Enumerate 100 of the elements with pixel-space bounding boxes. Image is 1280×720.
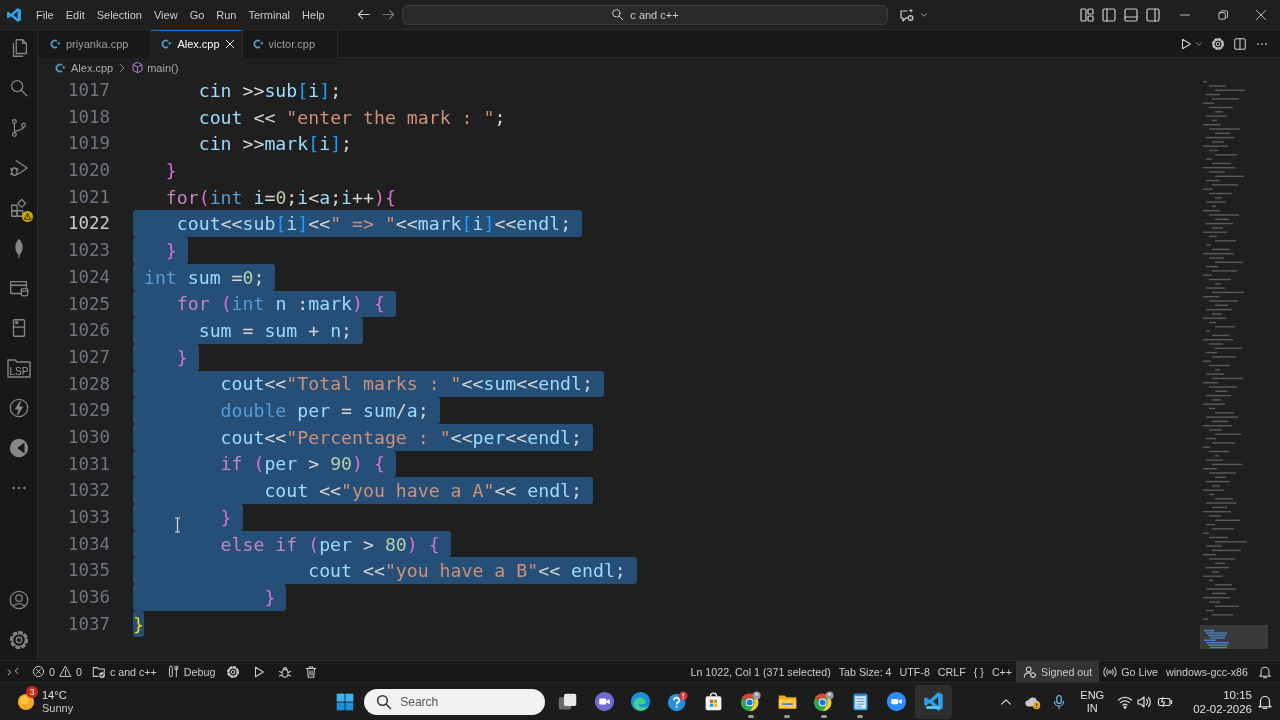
- input-language-indicator[interactable]: ENG IN: [1080, 688, 1105, 715]
- line-number: 1019: [67, 132, 110, 156]
- line-number: 1037: [67, 612, 110, 636]
- menu-item[interactable]: Run: [210, 5, 243, 24]
- configuration-item[interactable]: windows-gcc-x86: [1162, 661, 1252, 682]
- trash-icon[interactable]: [304, 664, 319, 679]
- code-line: else if (per > 80) {: [220, 533, 440, 555]
- encoding-item[interactable]: UTF-8: [895, 661, 934, 682]
- cursor-position-item[interactable]: Ln 1022, Col 1 (371 selected): [686, 661, 835, 682]
- search-field[interactable]: Search: [364, 688, 546, 715]
- menu-item[interactable]: Selection: [90, 5, 148, 24]
- problems-item[interactable]: 0 0: [27, 661, 87, 682]
- menu-item[interactable]: File: [30, 5, 60, 24]
- active-app-button[interactable]: [915, 684, 952, 719]
- code-line: int sum =0;: [143, 266, 265, 288]
- debug-config-item[interactable]: Debug: [161, 661, 221, 682]
- clock[interactable]: 10:15 02-02-2026: [1193, 687, 1252, 716]
- menu-item[interactable]: View: [147, 5, 184, 24]
- code-line: cout <<"you have a B"<< endl;: [308, 560, 626, 582]
- weather-temperature[interactable]: 14°C: [42, 688, 67, 702]
- code-line: }: [133, 613, 144, 635]
- caret-icon[interactable]: [1195, 39, 1203, 48]
- search-icon: [611, 8, 625, 21]
- forward-arrow-icon[interactable]: [381, 7, 396, 22]
- notification-badge: 3: [26, 685, 38, 698]
- help-icon[interactable]: [666, 691, 688, 712]
- text-cursor-icon: [174, 517, 181, 533]
- run-icon[interactable]: [1179, 36, 1193, 51]
- command-center[interactable]: c and c++: [402, 4, 888, 25]
- browser-icon[interactable]: [740, 691, 761, 712]
- code-line: }: [176, 346, 188, 368]
- search-icon: [376, 693, 393, 710]
- video-camera-icon[interactable]: [593, 691, 615, 712]
- account-off-icon: [1023, 664, 1038, 679]
- split-editor-icon[interactable]: [1233, 36, 1247, 51]
- folder-icon[interactable]: LSP: [6, 356, 31, 380]
- line-number: 1033: [67, 506, 110, 529]
- breadcrumb-item[interactable]: Alex.cpp: [54, 61, 114, 74]
- settings-icon[interactable]: [1211, 36, 1225, 51]
- account-item[interactable]: Signed out: [1016, 661, 1100, 682]
- tab-size-item[interactable]: Tab Size: 4: [834, 661, 896, 682]
- editor-tab[interactable]: victor.cpp: [242, 30, 339, 58]
- layout-icon[interactable]: [1079, 6, 1095, 23]
- line-number: 1028: [67, 372, 110, 396]
- code-line: }: [264, 586, 276, 608]
- line-number: 1027: [67, 345, 110, 369]
- video-call-icon[interactable]: [886, 691, 908, 712]
- project-item[interactable]: c and c++: [86, 661, 162, 682]
- back-arrow-icon[interactable]: [356, 7, 371, 22]
- settings-icon[interactable]: [226, 664, 241, 679]
- menu-item[interactable]: Go: [183, 5, 211, 24]
- broadcast-icon: [1103, 664, 1118, 679]
- overlapping-windows-icon[interactable]: [557, 691, 579, 712]
- notification-bell-icon[interactable]: [1257, 693, 1273, 710]
- breadcrumb-item[interactable]: main(): [131, 61, 179, 74]
- code-editor-logo-icon: [6, 6, 22, 23]
- run-icon[interactable]: [252, 664, 267, 679]
- close-icon[interactable]: [1255, 8, 1267, 21]
- restore-icon[interactable]: [1217, 8, 1229, 21]
- panel-icon[interactable]: [1123, 6, 1139, 23]
- remote-icon[interactable]: [7, 665, 19, 678]
- code-editor-icon[interactable]: [922, 691, 944, 712]
- sidebar-right-icon[interactable]: [1145, 6, 1161, 23]
- line-number: 1018: [67, 105, 110, 129]
- line-number: 1030: [67, 425, 110, 449]
- settings-icon[interactable]: [7, 629, 30, 651]
- swirl-logo-icon[interactable]: [630, 691, 652, 712]
- notification-bell-icon[interactable]: [1258, 664, 1272, 679]
- editor-tab[interactable]: Alex.cpp: [151, 30, 243, 58]
- weather-condition[interactable]: Sunny: [42, 701, 74, 715]
- run-debug-icon[interactable]: [7, 157, 30, 179]
- c-plus-plus-file-icon: [54, 61, 66, 74]
- lightning-icon[interactable]: [7, 397, 30, 419]
- code-line: cout<<sub[i]<<" => "<<mark[i]<<endl;: [176, 213, 572, 235]
- sidebar-left-icon[interactable]: [1101, 6, 1117, 23]
- line-number: 1032: [67, 479, 110, 503]
- windows-logo-icon[interactable]: [335, 691, 356, 712]
- warning-icon: [58, 665, 72, 678]
- tools-icon: [166, 665, 180, 678]
- line-number: 1020: [67, 159, 110, 183]
- line-number: 1022: [67, 212, 110, 236]
- line-number: 1021: [67, 185, 110, 209]
- language-item[interactable]: { } C++: [969, 661, 1017, 682]
- bug-icon[interactable]: [278, 664, 293, 679]
- code-line: cout <<"you have a A"<< endl;: [264, 480, 582, 502]
- account-icon[interactable]: [7, 589, 30, 611]
- line-number: 1034: [67, 532, 110, 556]
- c-plus-plus-file-icon: [160, 38, 173, 50]
- browser-icon[interactable]: [813, 691, 835, 712]
- menu-item[interactable]: Help: [296, 5, 331, 24]
- code-line: for (int n :mark) {: [176, 293, 385, 315]
- menu-item[interactable]: Edit: [59, 5, 91, 24]
- editor-tab[interactable]: priyanka.cpp: [40, 30, 152, 58]
- go-live-item[interactable]: Go Live: [1099, 661, 1163, 682]
- disc-icon[interactable]: [7, 437, 30, 459]
- close-icon[interactable]: [223, 38, 236, 50]
- line-ending-item[interactable]: CRLF: [933, 661, 970, 682]
- c-plus-plus-file-icon: [251, 38, 264, 50]
- menu-item[interactable]: Terminal: [242, 5, 297, 24]
- code-line: if (per > 90) {: [220, 453, 385, 475]
